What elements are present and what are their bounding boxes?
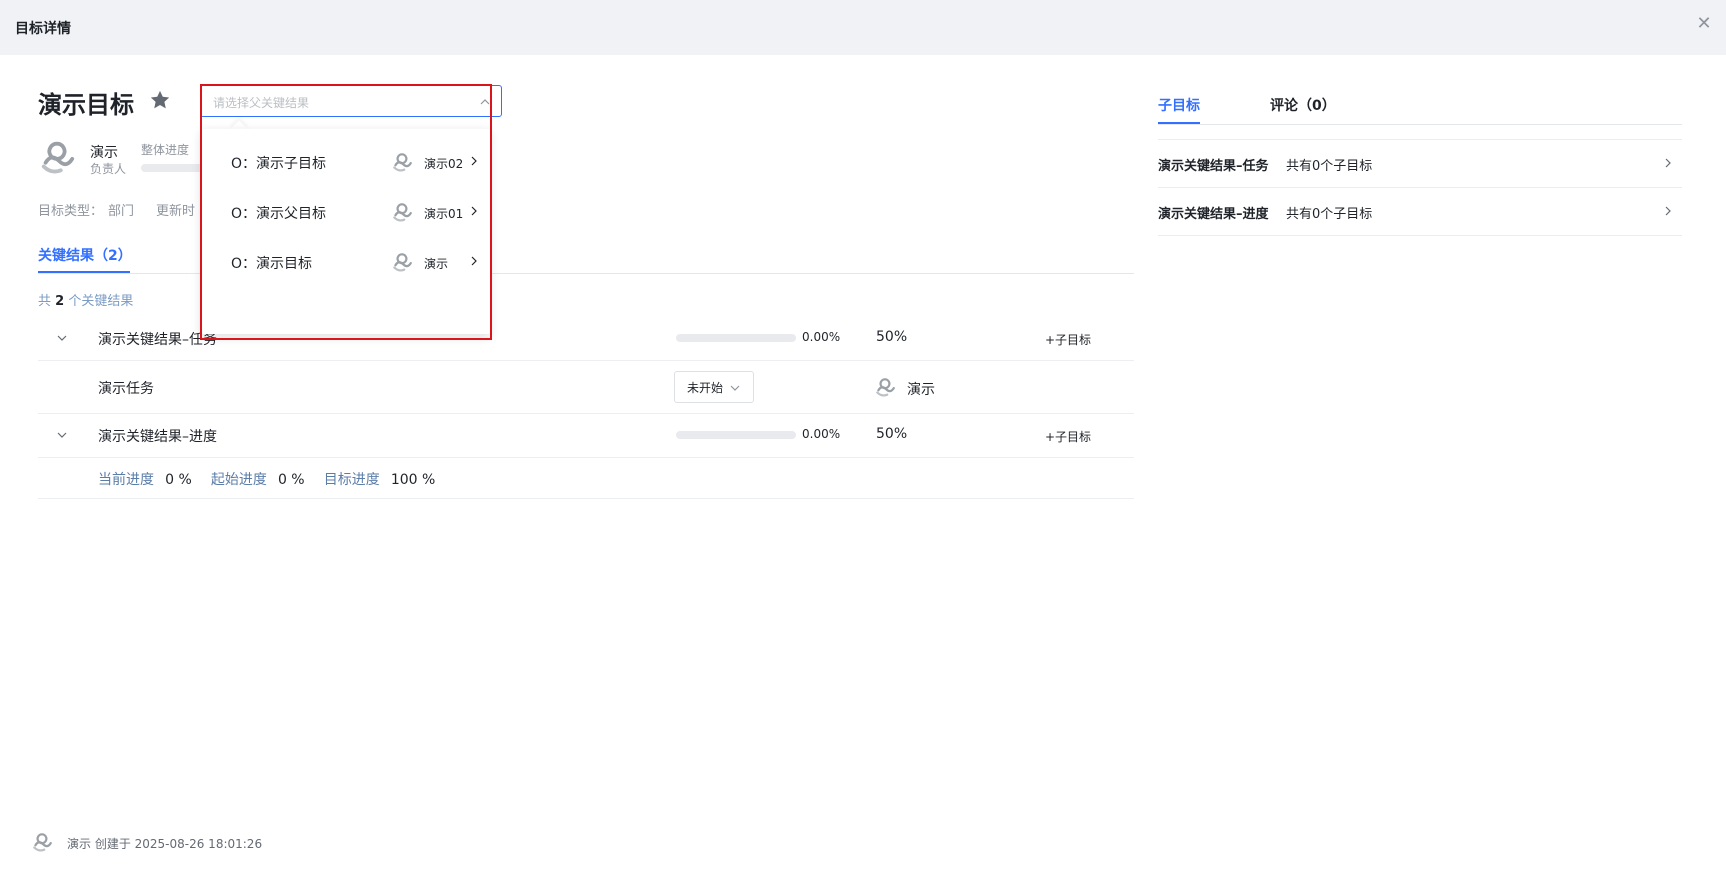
child-kr-name[interactable]: 演示关键结果–进度 [1158,203,1269,222]
top-bar: 目标详情 ✕ [0,0,1726,55]
kr-weight: 50% [876,426,908,442]
collapse-chevron-icon[interactable] [55,331,69,345]
row-divider [38,360,1134,361]
current-progress-value: 0 % [165,472,192,488]
parent-kr-placeholder: 请选择父关键结果 [213,96,310,110]
kr-progress-value: 0.00% [802,330,841,344]
kr-progress-bar [676,431,796,439]
add-child-goal-button[interactable]: +子目标 [1045,331,1091,348]
row-divider [1158,235,1682,236]
owner-avatar [391,251,413,273]
overall-progress-label: 整体进度 [141,143,190,157]
owner-avatar [38,138,76,176]
goal-title: 演示目标 [38,91,134,119]
dropdown-item-label: O：演示目标 [231,256,313,272]
collapse-chevron-icon[interactable] [55,428,69,442]
dropdown-item-label: O：演示子目标 [231,156,327,172]
tab-comments[interactable]: 评论（0） [1270,95,1336,115]
owner-role: 负责人 [90,162,127,176]
kr-count-prefix: 共 [38,294,52,309]
task-assignee: 演示 [907,382,935,398]
dropdown-item-owner: 演示02 [424,157,464,171]
kr-count-suffix: 个关键结果 [68,294,134,309]
kr-weight: 50% [876,329,908,345]
child-kr-name[interactable]: 演示关键结果–任务 [1158,155,1269,174]
assignee-avatar [874,376,896,398]
kr-progress-bar [676,334,796,342]
updated-label: 更新时 [156,204,196,219]
dropdown-item[interactable]: O：演示父目标 演示01 [201,191,490,231]
chevron-right-icon[interactable] [1662,205,1674,217]
target-progress-label: 目标进度 [323,472,380,488]
created-info: 演示 创建于 2025-08-26 18:01:26 [67,837,263,851]
task-status-value: 未开始 [687,380,724,395]
row-divider [38,457,1134,458]
dropdown-item-owner: 演示01 [424,207,464,221]
close-icon[interactable]: ✕ [1694,14,1714,34]
dropdown-item[interactable]: O：演示目标 演示 [201,241,490,281]
child-kr-count: 共有0个子目标 [1286,159,1373,174]
chevron-up-icon [480,99,490,105]
chevron-right-icon[interactable] [468,205,480,217]
owner-avatar [391,201,413,223]
chevron-right-icon[interactable] [468,255,480,267]
tab-child-goals[interactable]: 子目标 [1158,95,1200,115]
start-progress-label: 起始进度 [210,472,267,488]
kr-progress-value: 0.00% [802,427,841,441]
kr-name[interactable]: 演示关键结果–进度 [98,426,217,446]
kr-count: 共 2 个关键结果 [38,290,133,309]
row-divider [38,498,1134,499]
progress-detail: 当前进度 0 % 起始进度 0 % 目标进度 100 % [98,469,435,489]
chevron-right-icon[interactable] [468,155,480,167]
parent-kr-select[interactable]: 请选择父关键结果 [200,85,502,117]
start-progress-value: 0 % [277,472,305,488]
goal-type-label: 目标类型： [38,204,104,219]
current-progress-label: 当前进度 [98,472,154,488]
dropdown-item[interactable]: O：演示子目标 演示02 [201,141,490,181]
dropdown-item-label: O：演示父目标 [231,206,327,222]
add-child-goal-button[interactable]: +子目标 [1045,428,1091,445]
row-divider [1158,187,1682,188]
chevron-right-icon[interactable] [1662,157,1674,169]
target-progress-value: 100 % [390,472,436,488]
task-name[interactable]: 演示任务 [98,378,154,398]
tab-divider [1158,124,1682,125]
creator-avatar [31,831,53,853]
tab-key-results[interactable]: 关键结果（2） [38,245,132,265]
child-kr-count: 共有0个子目标 [1286,207,1373,222]
kr-count-number: 2 [55,294,65,309]
owner-name: 演示 [90,145,118,161]
owner-avatar [391,151,413,173]
row-divider [38,413,1134,414]
row-divider [1158,139,1682,140]
kr-name[interactable]: 演示关键结果–任务 [98,329,217,349]
window-title: 目标详情 [15,20,71,37]
dropdown-item-owner: 演示 [424,257,449,271]
star-icon[interactable] [149,89,171,111]
parent-kr-dropdown: O：演示子目标 演示02 O：演示父目标 演示01 O：演示目标 演示 [201,129,490,334]
chevron-down-icon [730,385,740,391]
goal-type-value: 部门 [108,204,135,219]
task-status-select[interactable]: 未开始 [674,371,754,403]
